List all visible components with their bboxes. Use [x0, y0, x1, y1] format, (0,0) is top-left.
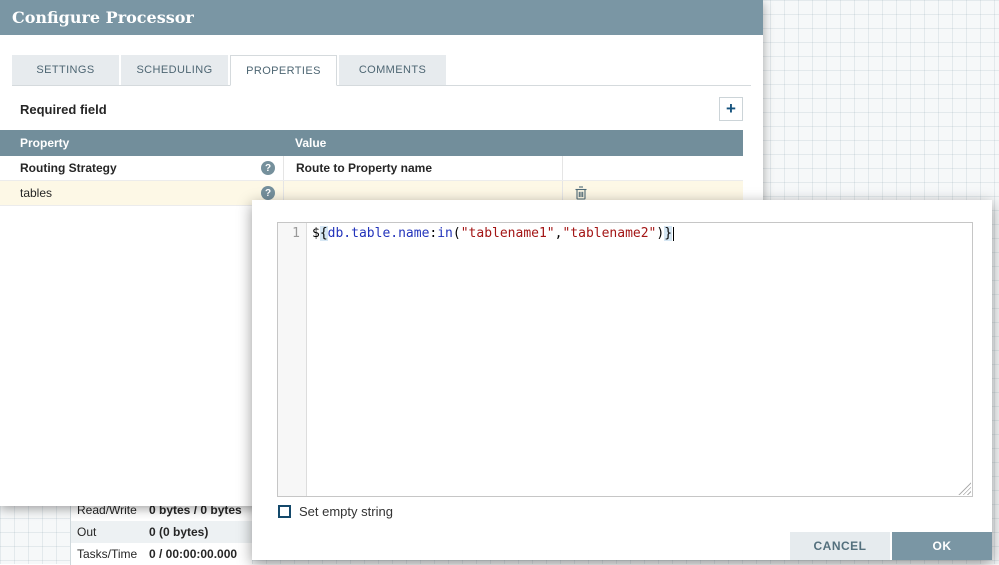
property-column-header: Property: [20, 136, 70, 150]
code-token: db.table.name: [327, 226, 430, 241]
dialog-title: Configure Processor: [12, 8, 194, 27]
code-token: "tablename1": [460, 226, 555, 241]
processor-stats-panel: Read/Write 0 bytes / 0 bytes Out 0 (0 by…: [70, 499, 252, 565]
stat-value: 0 (0 bytes): [149, 525, 209, 539]
dialog-tabbar: SETTINGS SCHEDULING PROPERTIES COMMENTS: [12, 55, 751, 86]
resize-handle[interactable]: [958, 482, 971, 495]
property-value-editor-popover: 1 ${db.table.name:in("tablename1","table…: [252, 200, 992, 560]
set-empty-string-row: Set empty string: [278, 504, 393, 519]
stat-value: 0 / 00:00:00.000: [149, 547, 238, 561]
add-property-button[interactable]: +: [719, 97, 743, 121]
set-empty-string-checkbox[interactable]: [278, 505, 291, 518]
code-token: }: [664, 226, 673, 241]
table-row: Routing Strategy ? Route to Property nam…: [0, 156, 743, 181]
help-icon[interactable]: ?: [261, 161, 275, 175]
help-icon[interactable]: ?: [261, 186, 275, 200]
dialog-header: Configure Processor: [0, 0, 763, 35]
code-token: (: [452, 226, 461, 241]
code-token: {: [319, 226, 328, 241]
required-field-label: Required field: [20, 101, 107, 117]
line-number: 1: [292, 226, 300, 241]
editor-button-row: CANCEL OK: [790, 532, 992, 560]
delete-property-icon[interactable]: [575, 186, 587, 200]
ok-button[interactable]: OK: [892, 532, 992, 560]
code-line: ${db.table.name:in("tablename1","tablena…: [307, 223, 675, 496]
properties-table: Property Value Routing Strategy ? Route …: [0, 130, 743, 206]
plus-icon: +: [726, 99, 736, 118]
tab-scheduling[interactable]: SCHEDULING: [121, 55, 228, 85]
code-token: in: [437, 226, 453, 241]
required-field-row: Required field +: [20, 97, 743, 121]
set-empty-string-label: Set empty string: [299, 504, 393, 519]
expression-code-editor[interactable]: 1 ${db.table.name:in("tablename1","table…: [277, 222, 973, 497]
stat-label: Tasks/Time: [77, 547, 138, 561]
code-token: $: [312, 226, 320, 241]
text-caret: [673, 227, 675, 241]
properties-table-header: Property Value: [0, 130, 743, 156]
property-value: Route to Property name: [296, 161, 433, 175]
stat-row-out: Out 0 (0 bytes): [71, 521, 252, 543]
tab-properties[interactable]: PROPERTIES: [230, 55, 337, 86]
stat-label: Out: [77, 525, 97, 539]
code-token: "tablename2": [562, 226, 657, 241]
tab-settings[interactable]: SETTINGS: [12, 55, 119, 85]
property-name: Routing Strategy: [20, 161, 117, 175]
property-value-cell[interactable]: Route to Property name: [283, 156, 563, 180]
value-column-header: Value: [295, 136, 327, 150]
line-number-gutter: 1: [278, 223, 307, 496]
property-name: tables: [20, 186, 53, 200]
cancel-button[interactable]: CANCEL: [790, 532, 890, 560]
stat-row-tasks-time: Tasks/Time 0 / 00:00:00.000: [71, 543, 252, 565]
tab-comments[interactable]: COMMENTS: [339, 55, 446, 85]
